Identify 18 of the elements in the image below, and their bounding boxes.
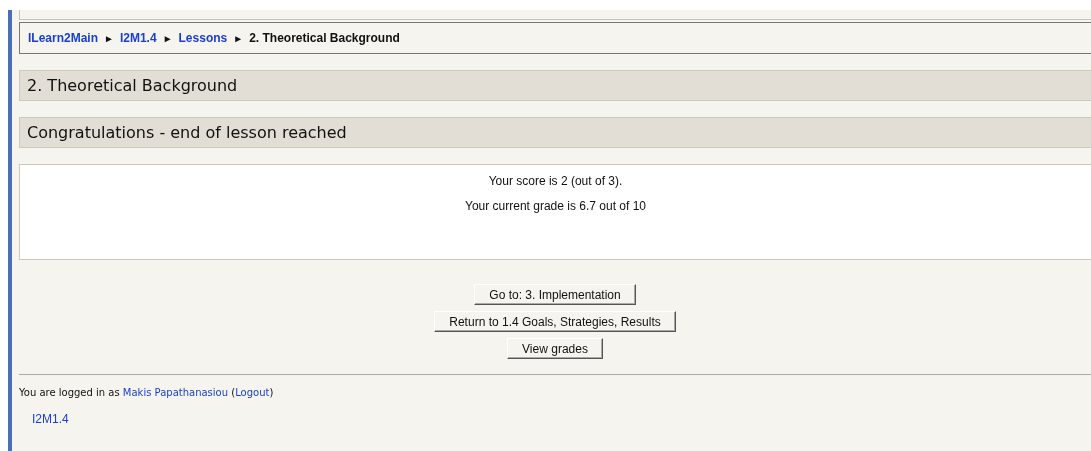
separator-icon: ► [104, 32, 114, 44]
separator-icon: ► [233, 32, 244, 44]
nav-button[interactable]: Go to: 3. Implementation [474, 284, 636, 305]
result-text: Your current grade is 6.7 out of 10 [465, 199, 646, 213]
section-heading: 2. Theoretical Background [19, 70, 1091, 101]
nav-button[interactable]: View grades [507, 338, 603, 359]
breadcrumb-link[interactable]: Lessons [178, 31, 228, 45]
user-link[interactable]: Makis Papathanasiou [122, 387, 229, 398]
breadcrumb-link[interactable]: I2M1.4 [119, 31, 157, 45]
breadcrumb-link[interactable]: ILearn2Main [28, 31, 99, 45]
logout-link[interactable]: Logout [235, 387, 270, 398]
separator-icon: ► [162, 32, 173, 44]
course-link[interactable]: I2M1.4 [32, 412, 69, 426]
nav-button[interactable]: Return to 1.4 Goals, Strategies, Results [434, 311, 676, 332]
result-text: Your score is 2 (out of 3). [488, 174, 623, 188]
login-status: You are logged in as Makis Papathanasiou (Logout) [19, 387, 275, 398]
breadcrumb-current: 2. Theoretical Background [249, 31, 400, 45]
section-heading: Congratulations - end of lesson reached [19, 117, 1091, 148]
